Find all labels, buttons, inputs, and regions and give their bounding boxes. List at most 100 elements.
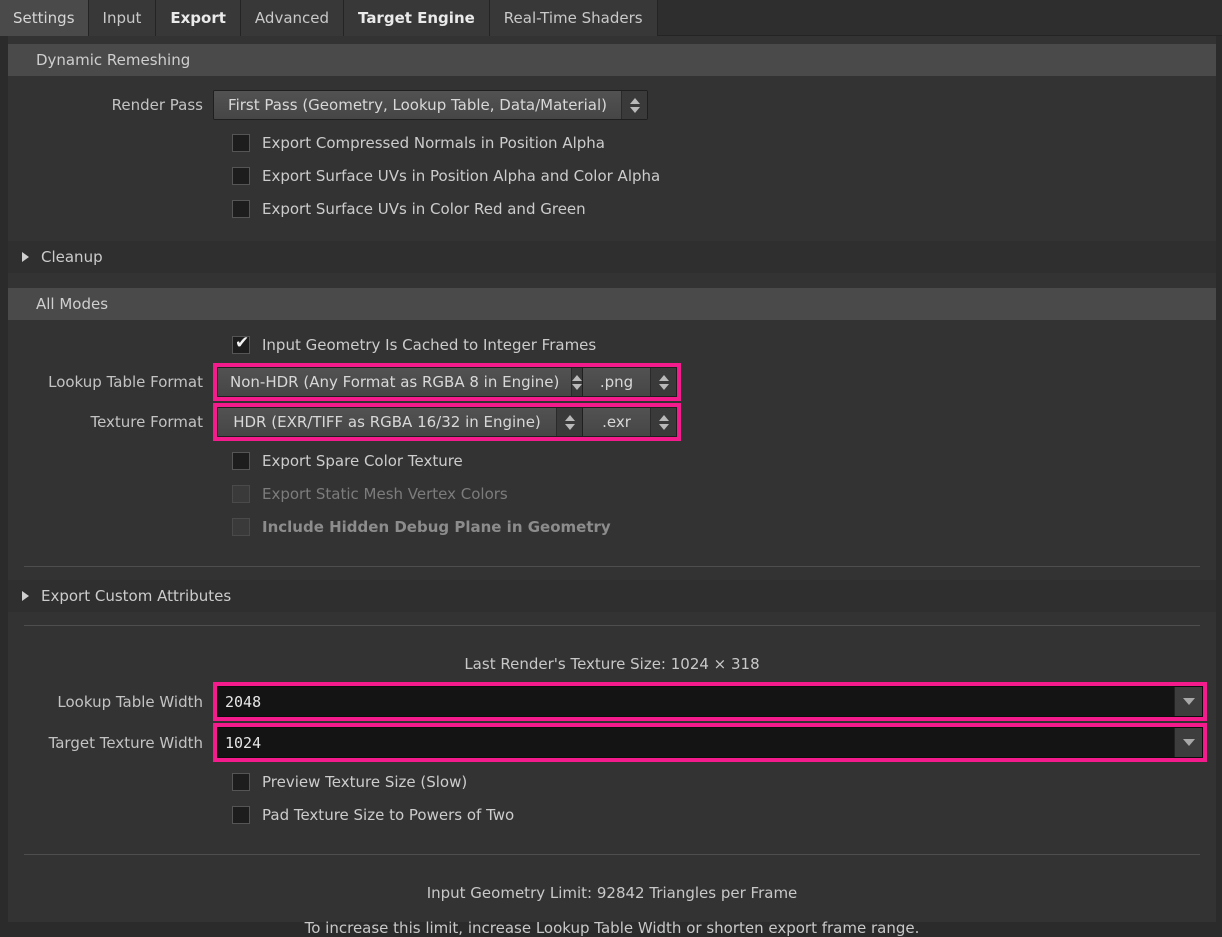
texture-extension-dropdown[interactable]: .exr (583, 407, 677, 437)
row-lookup-table-format: Lookup Table Format Non-HDR (Any Format … (8, 363, 1216, 401)
checkbox-row-export-surface-uvs-position-color-alpha[interactable]: Export Surface UVs in Position Alpha and… (8, 159, 1216, 192)
spinner-down-icon (658, 383, 669, 390)
disclosure-triangle-icon (22, 252, 29, 262)
checkbox-export-spare-color-texture[interactable] (232, 451, 250, 470)
chevron-down-icon (1182, 739, 1195, 746)
tab-label: Target Engine (358, 8, 475, 27)
section-header-cleanup[interactable]: Cleanup (8, 241, 1216, 273)
checkbox-row-include-hidden-debug-plane: Include Hidden Debug Plane in Geometry (8, 510, 1216, 543)
checkbox-label: Preview Texture Size (Slow) (262, 772, 468, 791)
checkbox-row-export-compressed-normals[interactable]: Export Compressed Normals in Position Al… (8, 126, 1216, 159)
checkbox-label: Export Surface UVs in Color Red and Gree… (262, 199, 586, 218)
checkbox-row-export-surface-uvs-red-green[interactable]: Export Surface UVs in Color Red and Gree… (8, 192, 1216, 225)
checkbox-label: Export Surface UVs in Position Alpha and… (262, 166, 661, 185)
checkbox-row-export-spare-color-texture[interactable]: Export Spare Color Texture (8, 444, 1216, 477)
target-texture-width-field[interactable]: 1024 (217, 727, 1203, 758)
check-mark-icon: ✔ (235, 332, 250, 353)
tab-input[interactable]: Input (88, 0, 157, 36)
tab-bar: Settings Input Export Advanced Target En… (0, 0, 1222, 36)
highlight-box-lookup-table-format: Non-HDR (Any Format as RGBA 8 in Engine)… (213, 363, 681, 401)
row-target-texture-width: Target Texture Width 1024 (8, 723, 1216, 762)
render-pass-spinner[interactable] (621, 91, 647, 119)
texture-extension-spinner[interactable] (650, 408, 676, 436)
export-settings-panel: Dynamic Remeshing Render Pass First Pass… (0, 36, 1222, 937)
texture-format-label: Texture Format (90, 413, 203, 431)
checkbox-row-input-geometry-cached[interactable]: ✔ Input Geometry Is Cached to Integer Fr… (8, 328, 1216, 361)
render-pass-value: First Pass (Geometry, Lookup Table, Data… (214, 91, 621, 119)
texture-format-dropdown[interactable]: HDR (EXR/TIFF as RGBA 16/32 in Engine) (217, 407, 583, 437)
checkbox-export-static-mesh-vertex-colors (232, 484, 250, 503)
render-pass-dropdown[interactable]: First Pass (Geometry, Lookup Table, Data… (213, 90, 648, 120)
tab-label: Real-Time Shaders (503, 8, 643, 27)
tab-label: Settings (13, 8, 75, 27)
checkbox-export-compressed-normals[interactable] (232, 133, 250, 152)
tab-settings[interactable]: Settings (0, 0, 89, 36)
spinner-down-icon (564, 423, 575, 430)
checkbox-input-geometry-cached[interactable]: ✔ (232, 332, 250, 354)
tab-bar-filler (657, 0, 1222, 36)
separator-above-footer (24, 854, 1200, 855)
spinner-up-icon (658, 374, 669, 381)
lookup-table-width-label: Lookup Table Width (57, 692, 203, 711)
lookup-table-format-spinner[interactable] (571, 368, 582, 396)
highlight-box-target-texture-width: 1024 (213, 723, 1207, 762)
section-title: Dynamic Remeshing (36, 51, 191, 69)
checkbox-row-export-static-mesh-vertex-colors: Export Static Mesh Vertex Colors (8, 477, 1216, 510)
section-header-dynamic-remeshing[interactable]: Dynamic Remeshing (8, 44, 1216, 76)
texture-extension-value: .exr (583, 408, 650, 436)
lookup-table-format-value: Non-HDR (Any Format as RGBA 8 in Engine) (218, 368, 572, 396)
row-texture-format: Texture Format HDR (EXR/TIFF as RGBA 16/… (8, 403, 1216, 441)
spinner-up-icon (572, 374, 582, 381)
tab-label: Export (170, 8, 226, 27)
texture-format-spinner[interactable] (556, 408, 582, 436)
highlight-box-lookup-table-width: 2048 (213, 682, 1207, 721)
checkbox-export-surface-uvs-red-green[interactable] (232, 199, 250, 218)
section-title: Cleanup (41, 248, 103, 266)
checkbox-label: Pad Texture Size to Powers of Two (262, 805, 515, 824)
checkbox-row-preview-texture-size[interactable]: Preview Texture Size (Slow) (8, 765, 1216, 798)
row-render-pass: Render Pass First Pass (Geometry, Lookup… (8, 90, 1216, 120)
disclosure-triangle-icon (22, 591, 29, 601)
render-pass-label: Render Pass (111, 96, 203, 114)
lookup-table-format-label: Lookup Table Format (48, 373, 203, 391)
last-render-texture-size: Last Render's Texture Size: 1024 × 318 (464, 655, 760, 673)
checkbox-include-hidden-debug-plane (232, 517, 250, 536)
tab-target-engine[interactable]: Target Engine (344, 0, 490, 36)
separator-above-custom-attributes (24, 566, 1200, 567)
checkbox-preview-texture-size[interactable] (232, 772, 250, 791)
chevron-down-icon (1182, 698, 1195, 705)
target-texture-width-label: Target Texture Width (48, 733, 203, 752)
tab-export[interactable]: Export (156, 0, 241, 36)
checkbox-label: Export Static Mesh Vertex Colors (262, 484, 508, 503)
spinner-down-icon (629, 106, 640, 113)
separator-below-custom-attributes (24, 625, 1200, 626)
lookup-table-extension-dropdown[interactable]: .png (583, 367, 677, 397)
lookup-table-width-value[interactable]: 2048 (218, 687, 1174, 716)
tab-advanced[interactable]: Advanced (240, 0, 345, 36)
checkbox-label: Input Geometry Is Cached to Integer Fram… (262, 335, 597, 354)
tab-label: Advanced (254, 8, 330, 27)
checkbox-export-surface-uvs-position-color-alpha[interactable] (232, 166, 250, 185)
texture-format-value: HDR (EXR/TIFF as RGBA 16/32 in Engine) (218, 408, 556, 436)
lookup-table-width-dropdown-button[interactable] (1174, 687, 1202, 716)
tab-label: Input (102, 8, 142, 27)
row-lookup-table-width: Lookup Table Width 2048 (8, 682, 1216, 721)
checkbox-row-pad-texture-size[interactable]: Pad Texture Size to Powers of Two (8, 798, 1216, 831)
checkbox-pad-texture-size[interactable] (232, 805, 250, 824)
section-title: Export Custom Attributes (41, 587, 232, 605)
target-texture-width-dropdown-button[interactable] (1174, 728, 1202, 757)
spinner-down-icon (572, 383, 582, 390)
spinner-down-icon (658, 423, 669, 430)
lookup-table-extension-spinner[interactable] (650, 368, 676, 396)
lookup-table-format-dropdown[interactable]: Non-HDR (Any Format as RGBA 8 in Engine) (217, 367, 583, 397)
tab-real-time-shaders[interactable]: Real-Time Shaders (489, 0, 658, 36)
section-header-export-custom-attributes[interactable]: Export Custom Attributes (8, 580, 1216, 612)
spinner-up-icon (629, 97, 640, 104)
section-title: All Modes (36, 295, 109, 313)
section-header-all-modes[interactable]: All Modes (8, 288, 1216, 320)
lookup-table-width-field[interactable]: 2048 (217, 686, 1203, 717)
checkbox-label: Export Spare Color Texture (262, 451, 463, 470)
target-texture-width-value[interactable]: 1024 (218, 728, 1174, 757)
checkbox-label: Export Compressed Normals in Position Al… (262, 133, 605, 152)
spinner-up-icon (658, 414, 669, 421)
